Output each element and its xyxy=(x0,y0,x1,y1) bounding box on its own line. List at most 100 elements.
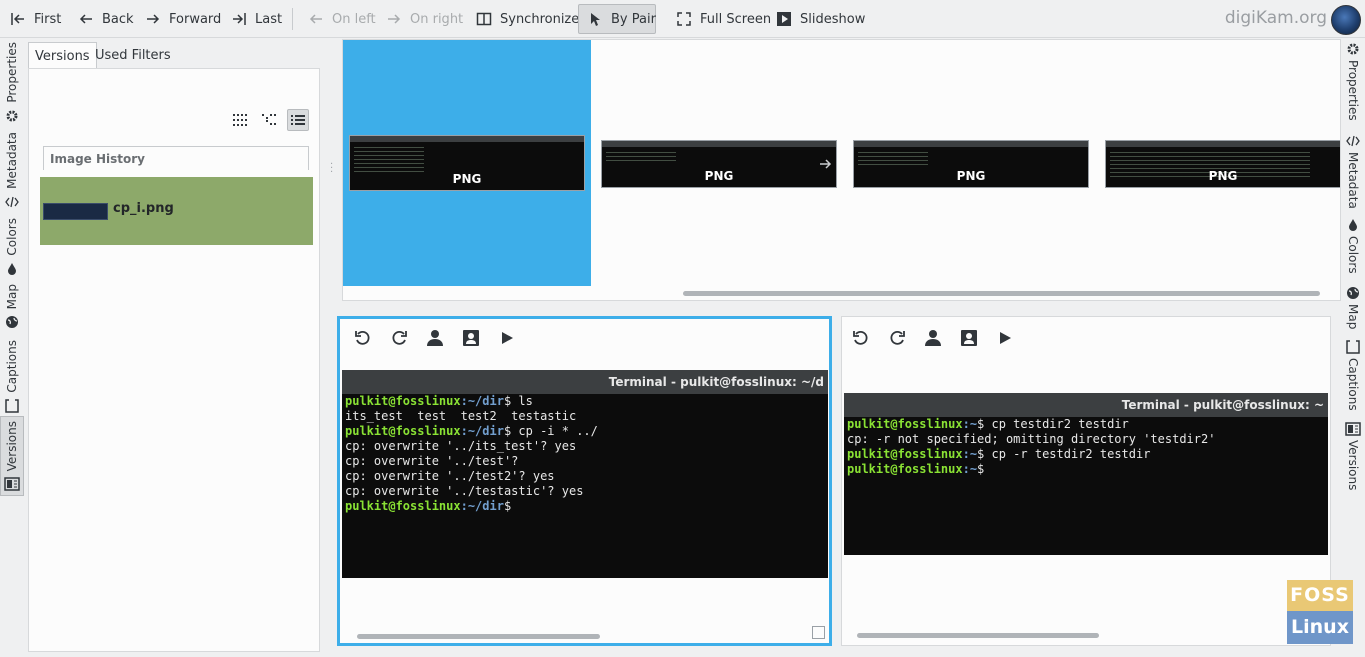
sidebar-tab-captions[interactable]: Captions xyxy=(1341,340,1365,411)
prompt-command: $ xyxy=(503,499,512,513)
thumb-format-label: PNG xyxy=(452,172,482,186)
rotate-right-icon[interactable] xyxy=(390,329,408,347)
terminal-line: cp: overwrite '../its_test'? yes xyxy=(345,439,577,453)
sidebar-tab-metadata[interactable]: Metadata xyxy=(1341,134,1365,209)
contact-card-icon[interactable] xyxy=(960,329,978,347)
person-icon[interactable] xyxy=(426,329,444,347)
terminal-output: pulkit@fosslinux:~$ cp testdir2 testdir c… xyxy=(847,417,1215,477)
splitter-handle[interactable]: · · · xyxy=(330,160,333,178)
terminal-screenshot: Terminal - pulkit@fosslinux: ~/d pulkit@… xyxy=(342,370,828,578)
tab-used-filters[interactable]: Used Filters xyxy=(89,42,177,68)
left-preview-pane: Terminal - pulkit@fosslinux: ~/d pulkit@… xyxy=(337,316,832,646)
sidebar-tab-label: Captions xyxy=(1346,358,1360,411)
last-icon xyxy=(233,13,246,25)
synchronize-button[interactable]: Synchronize xyxy=(476,4,579,34)
left-pane-scrollbar[interactable] xyxy=(357,634,600,639)
terminal-line: cp: -r not specified; omitting directory… xyxy=(847,432,1216,446)
drop-icon xyxy=(1349,219,1357,231)
slideshow-button[interactable]: Slideshow xyxy=(776,4,865,34)
full-screen-button[interactable]: Full Screen xyxy=(676,4,771,34)
grid-view-button[interactable] xyxy=(229,109,251,131)
versions-icon xyxy=(4,477,20,492)
terminal-line: cp: overwrite '../testastic'? yes xyxy=(345,484,584,498)
fullscreen-icon xyxy=(677,12,691,26)
sidebar-tab-versions[interactable]: Versions xyxy=(0,416,24,497)
tab-label: Used Filters xyxy=(95,47,171,63)
sidebar-tab-metadata[interactable]: Metadata xyxy=(0,132,24,209)
tab-versions[interactable]: Versions xyxy=(28,42,97,69)
caption-icon xyxy=(1346,340,1360,354)
synchronize-label: Synchronize xyxy=(500,11,580,27)
rotate-right-icon[interactable] xyxy=(888,329,906,347)
sidebar-tab-label: Colors xyxy=(1346,236,1360,274)
sidebar-tab-properties[interactable]: Properties xyxy=(1341,42,1365,121)
right-preview-pane: Terminal - pulkit@fosslinux: ~ pulkit@fo… xyxy=(841,316,1331,646)
brand-text[interactable]: digiKam.org xyxy=(1225,8,1327,28)
toolbar-separator xyxy=(292,8,293,30)
thumb-titlebar xyxy=(854,141,1088,147)
filmstrip-thumbnail[interactable]: PNG xyxy=(853,140,1089,188)
terminal-line: cp: overwrite '../test'? xyxy=(345,454,519,468)
sidebar-tab-label: Metadata xyxy=(1346,152,1360,209)
tab-label: Versions xyxy=(35,48,90,64)
contact-card-icon[interactable] xyxy=(462,329,480,347)
history-item-name: cp_i.png xyxy=(113,201,174,216)
filmstrip-scrollbar[interactable] xyxy=(683,291,1320,296)
tree-view-button[interactable] xyxy=(258,109,280,131)
sidebar-tab-label: Map xyxy=(5,284,19,310)
thumb-format-label: PNG xyxy=(704,169,734,183)
sidebar-tab-label: Versions xyxy=(5,421,19,472)
rotate-left-icon[interactable] xyxy=(852,329,870,347)
sidebar-tab-map[interactable]: Map xyxy=(1341,286,1365,329)
caption-icon xyxy=(5,398,19,413)
prompt-path: :~ xyxy=(962,417,978,431)
play-icon[interactable] xyxy=(498,329,516,347)
navigate-corner-icon[interactable] xyxy=(812,626,825,639)
forward-label: Forward xyxy=(169,11,222,27)
sidebar-tab-properties[interactable]: Properties xyxy=(0,42,24,123)
rotate-left-icon[interactable] xyxy=(354,329,372,347)
sidebar-tab-captions[interactable]: Captions xyxy=(0,340,24,413)
first-label: First xyxy=(34,11,62,27)
prompt-user: pulkit@fosslinux xyxy=(345,424,461,438)
history-item[interactable]: cp_i.png xyxy=(40,177,313,245)
list-view-button[interactable] xyxy=(287,109,309,131)
versions-panel-body: Image History cp_i.png xyxy=(28,68,320,652)
prompt-path: :~/dir xyxy=(460,424,504,438)
filmstrip-thumbnail[interactable]: PNG xyxy=(349,135,585,191)
on-right-button[interactable]: On right xyxy=(386,4,463,34)
sidebar-tab-versions[interactable]: Versions xyxy=(1341,422,1365,490)
on-right-label: On right xyxy=(410,11,464,27)
terminal-line: pulkit@fosslinux:~/dir$ xyxy=(345,499,598,514)
by-pair-button[interactable]: By Pair xyxy=(578,4,656,34)
sidebar-tab-map[interactable]: Map xyxy=(0,284,24,329)
prompt-command: $ xyxy=(977,462,985,476)
sidebar-tab-colors[interactable]: Colors xyxy=(0,218,24,276)
filmstrip-thumbnail[interactable]: PNG xyxy=(1105,140,1340,188)
forward-button[interactable]: Forward xyxy=(145,4,221,34)
prompt-user: pulkit@fosslinux xyxy=(345,394,461,408)
thumb-content xyxy=(606,150,676,164)
sidebar-tab-colors[interactable]: Colors xyxy=(1341,218,1365,274)
gear-icon xyxy=(1347,43,1359,55)
person-icon[interactable] xyxy=(924,329,942,347)
on-left-button[interactable]: On left xyxy=(308,4,376,34)
prompt-path: :~ xyxy=(962,447,978,461)
play-icon[interactable] xyxy=(996,329,1014,347)
right-sidebar-tabs: Properties Metadata Colors Map Captions … xyxy=(1341,38,1365,657)
grid-icon xyxy=(233,114,247,126)
filmstrip-thumbnail[interactable]: PNG xyxy=(601,140,837,188)
first-button[interactable]: First xyxy=(10,4,61,34)
watermark-line-1: FOSS xyxy=(1287,580,1353,611)
thumb-titlebar xyxy=(602,141,836,147)
last-button[interactable]: Last xyxy=(231,4,282,34)
list-icon xyxy=(291,115,305,125)
terminal-line: its_test test test2 testastic xyxy=(345,409,577,423)
prompt-user: pulkit@fosslinux xyxy=(847,447,963,461)
thumb-format-label: PNG xyxy=(1208,169,1238,183)
digikam-logo[interactable] xyxy=(1331,5,1361,35)
slideshow-label: Slideshow xyxy=(800,11,866,27)
drop-icon xyxy=(8,262,16,275)
right-pane-scrollbar[interactable] xyxy=(857,633,1099,638)
back-button[interactable]: Back xyxy=(78,4,134,34)
